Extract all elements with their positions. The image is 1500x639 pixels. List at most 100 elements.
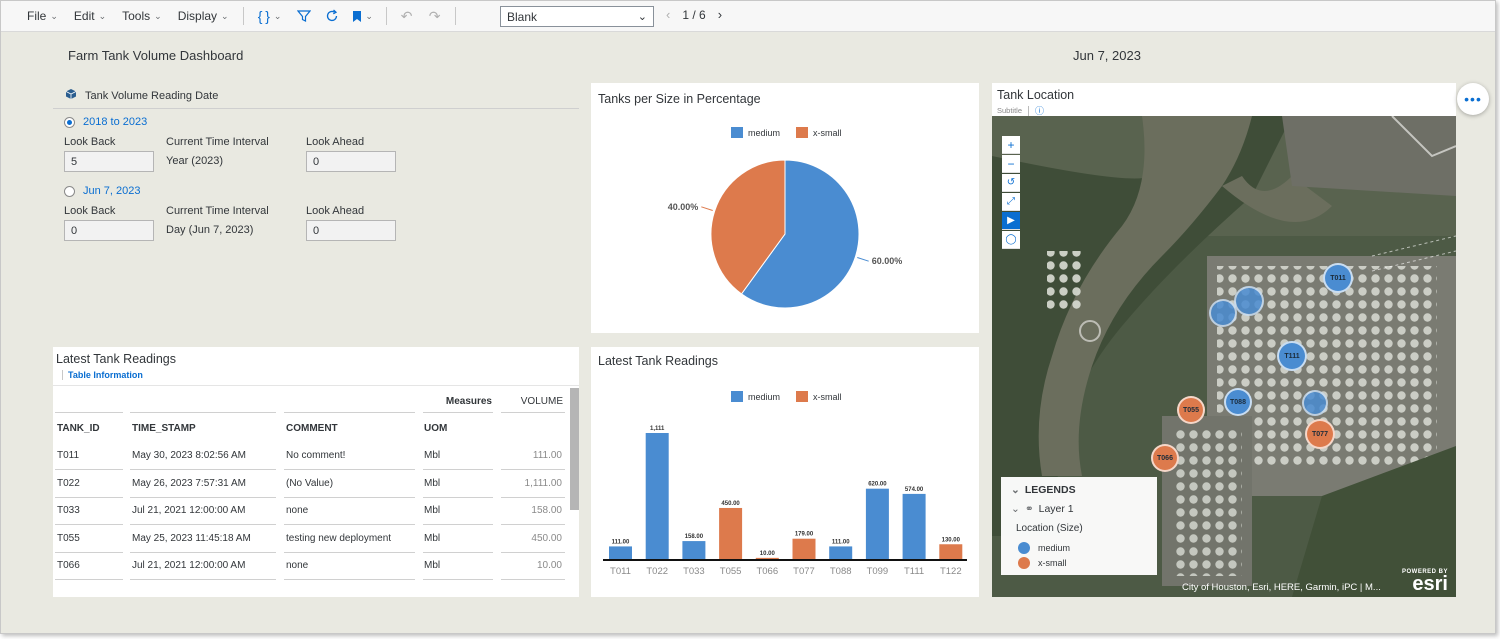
volume-header: VOLUME <box>520 396 563 407</box>
bar-T022[interactable] <box>645 433 669 559</box>
bar-T033[interactable] <box>682 541 706 559</box>
layer-row[interactable]: ⌄ ⚭ Layer 1 <box>1011 503 1074 515</box>
radio-unselected-icon <box>64 185 75 197</box>
selection-icon[interactable]: ◯ <box>1002 231 1020 249</box>
braces-icon[interactable]: { } ⌄ <box>250 1 290 31</box>
bar-value-label: 450.00 <box>721 501 740 507</box>
bar-T111[interactable] <box>902 493 926 559</box>
divider <box>1028 105 1030 116</box>
map-marker-t066[interactable]: T066 <box>1151 444 1179 472</box>
row-divider <box>284 579 415 580</box>
look-ahead-input[interactable]: 0 <box>306 151 396 172</box>
zoom-in-button[interactable]: + <box>1002 136 1020 154</box>
divider <box>501 412 565 413</box>
map-marker[interactable] <box>1302 390 1328 416</box>
x-tick-label: T066 <box>756 566 778 577</box>
time-control-title: Tank Volume Reading Date <box>85 89 219 102</box>
x-tick-label: T111 <box>904 566 924 577</box>
play-icon[interactable]: ▶ <box>1002 212 1020 230</box>
bar-value-label: 1,111 <box>650 426 665 432</box>
radio-range[interactable]: 2018 to 2023 <box>64 116 147 128</box>
undo-icon[interactable]: ↶ <box>393 1 421 31</box>
table-cell: T022 <box>57 477 80 489</box>
table-scrollbar[interactable] <box>570 388 579 510</box>
bookmark-icon[interactable]: ⌄ <box>346 1 380 31</box>
bar-chart-card[interactable]: Latest Tank Readings medium x-small 111.… <box>591 347 979 597</box>
zoom-out-button[interactable]: − <box>1002 155 1020 173</box>
map-marker-t055[interactable]: T055 <box>1177 396 1205 424</box>
map-view[interactable]: + − ↺ ⤢ ▶ ◯ T011 T111 T088 T055 T077 T066 ⌄ L… <box>992 116 1456 597</box>
map-marker[interactable] <box>1234 286 1264 316</box>
table-cell: Mbl <box>424 450 441 461</box>
menu-display[interactable]: Display ⌄ <box>170 1 237 31</box>
menu-edit[interactable]: Edit ⌄ <box>66 1 114 31</box>
map-marker-t111[interactable]: T111 <box>1277 341 1307 371</box>
divider <box>130 412 276 413</box>
bar-T066[interactable] <box>755 557 779 559</box>
column-header[interactable]: UOM <box>424 415 494 442</box>
column-header[interactable]: TIME_STAMP <box>132 415 278 442</box>
look-ahead-input[interactable]: 0 <box>306 220 396 241</box>
bar-T088[interactable] <box>829 546 853 559</box>
bar-T055[interactable] <box>719 507 743 559</box>
table-cell: May 25, 2023 11:45:18 AM <box>132 532 251 544</box>
more-options-button[interactable]: ••• <box>1457 83 1489 115</box>
refresh-icon[interactable] <box>318 1 346 31</box>
column-header[interactable]: TANK_ID <box>57 415 125 442</box>
toolbar: File ⌄ Edit ⌄ Tools ⌄ Display ⌄ { } ⌄ ⌄ ↶ ↷ <box>1 1 1495 32</box>
location-size-label: Location (Size) <box>1016 523 1083 534</box>
menu-file[interactable]: File ⌄ <box>19 1 66 31</box>
table-row[interactable]: T022 May 26, 2023 7:57:31 AM (No Value) Mbl… <box>55 470 567 498</box>
bar-value-label: 10.00 <box>760 551 776 557</box>
table-row[interactable]: T011 May 30, 2023 8:02:56 AM No comment! Mb… <box>55 442 567 470</box>
table-cell: May 30, 2023 8:02:56 AM <box>132 450 246 461</box>
legend-header[interactable]: ⌄ LEGENDS <box>1011 484 1076 496</box>
map-marker-t088[interactable]: T088 <box>1224 388 1252 416</box>
table-row[interactable]: T066 Jul 21, 2021 12:00:00 AM none Mbl 10.00 <box>55 552 567 580</box>
toolbar-divider <box>385 7 387 25</box>
page-date: Jun 7, 2023 <box>1073 48 1141 63</box>
x-tick-label: T022 <box>646 566 668 577</box>
column-header[interactable]: COMMENT <box>286 415 417 442</box>
next-page-icon[interactable]: › <box>718 7 722 22</box>
legend-title: LEGENDS <box>1024 484 1076 496</box>
look-back-label: Look Back <box>64 205 116 217</box>
fullscreen-icon[interactable]: ⤢ <box>1002 193 1020 211</box>
bar-T077[interactable] <box>792 538 816 559</box>
time-control-panel: Tank Volume Reading Date 2018 to 2023 Lo… <box>53 81 579 251</box>
table-cell: Mbl <box>424 532 441 544</box>
bar-T011[interactable] <box>609 546 632 559</box>
table-cell: Jul 21, 2021 12:00:00 AM <box>132 505 246 516</box>
prev-page-icon[interactable]: ‹ <box>666 7 670 22</box>
table-row[interactable]: T055 May 25, 2023 11:45:18 AM testing new … <box>55 525 567 553</box>
pie-chart-card[interactable]: Tanks per Size in Percentage medium x-sm… <box>591 83 979 333</box>
menu-tools[interactable]: Tools ⌄ <box>114 1 170 31</box>
radio-day[interactable]: Jun 7, 2023 <box>64 185 141 197</box>
story-filter-value: Blank <box>507 9 538 24</box>
table-row[interactable]: T033 Jul 21, 2021 12:00:00 AM none Mbl 158.0… <box>55 497 567 525</box>
x-tick-label: T099 <box>867 566 889 577</box>
row-divider <box>501 579 565 580</box>
legend-item-medium: medium <box>1018 542 1070 554</box>
bar-chart: 111.00 T011 1,111 T022 158.00 T033 450.00 T055 1… <box>603 426 967 577</box>
reset-view-icon[interactable]: ↺ <box>1002 174 1020 192</box>
table-card[interactable]: Latest Tank Readings Table Information M… <box>53 347 579 597</box>
bar-value-label: 574.00 <box>905 487 924 493</box>
bar-T099[interactable] <box>865 488 889 559</box>
look-back-input[interactable]: 0 <box>64 220 154 241</box>
legend-swatch <box>1018 557 1030 569</box>
map-marker-t077[interactable]: T077 <box>1305 419 1335 449</box>
map-marker-t011[interactable]: T011 <box>1323 263 1353 293</box>
map-marker[interactable] <box>1209 299 1237 327</box>
esri-logo: POWERED BY esri <box>1402 569 1448 594</box>
legend-item-x-small: x-small <box>1018 557 1067 569</box>
story-filter-select[interactable]: Blank ⌄ <box>500 6 654 27</box>
table-cell: May 26, 2023 7:57:31 AM <box>132 477 246 489</box>
look-back-input[interactable]: 5 <box>64 151 154 172</box>
bar-value-label: 179.00 <box>795 532 814 538</box>
redo-icon[interactable]: ↷ <box>421 1 449 31</box>
menu-edit-label: Edit <box>73 9 95 23</box>
filter-icon[interactable] <box>290 1 318 31</box>
bar-T122[interactable] <box>939 544 963 559</box>
interval-label: Current Time Interval <box>166 205 269 217</box>
